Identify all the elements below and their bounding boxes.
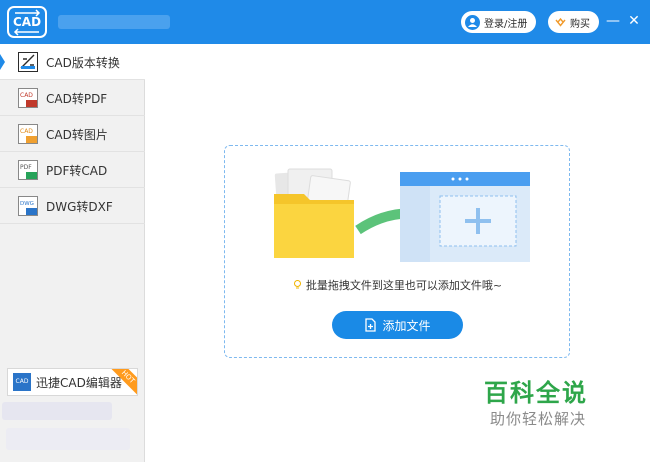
sidebar-item-label: DWG转DXF [46,200,113,214]
cad-to-image-icon: CAD [18,124,38,144]
add-file-label: 添加文件 [382,318,431,333]
cad-editor-label: 迅捷CAD编辑器 [36,375,122,390]
sidebar-item-cad-version[interactable]: CAD版本转换 [0,44,145,80]
watermark-subtitle: 助你轻松解决 [490,410,587,428]
svg-text:DWG: DWG [20,201,34,207]
drop-hint-text: 批量拖拽文件到这里也可以添加文件哦~ [305,279,503,292]
svg-text:CAD: CAD [20,92,33,99]
title-bar: CAD 登录/注册 购买 — ✕ [0,0,650,44]
minimize-button[interactable]: — [605,11,621,31]
sidebar-item-label: PDF转CAD [46,164,108,178]
blurred-title [58,15,170,29]
cad-version-icon [18,52,38,72]
sidebar-item-pdf-to-cad[interactable]: PDF PDF转CAD [0,152,145,188]
sidebar-item-cad-to-pdf[interactable]: CAD CAD转PDF [0,80,145,116]
buy-icon [554,16,567,29]
cad-to-pdf-icon: CAD [18,88,38,108]
close-button[interactable]: ✕ [626,11,642,31]
user-icon [465,14,480,30]
sidebar: CAD版本转换 CAD CAD转PDF CAD CAD转图片 PDF PDF转C… [0,44,145,462]
login-button[interactable]: 登录/注册 [461,11,537,33]
buy-label: 购买 [570,18,590,30]
logo-text: CAD [12,15,42,29]
pdf-to-cad-icon: PDF [18,160,38,180]
folder-icon [274,194,354,258]
buy-button[interactable]: 购买 [548,11,599,33]
blurred-footer [2,402,112,420]
svg-text:PDF: PDF [20,164,32,171]
cad-editor-button[interactable]: CAD 迅捷CAD编辑器 HOT [7,368,138,396]
sidebar-item-label: CAD转PDF [46,92,108,106]
blurred-footer [6,428,130,450]
sidebar-item-label: CAD转图片 [46,128,108,142]
lightbulb-icon [293,280,301,289]
add-file-button[interactable]: 添加文件 [332,311,463,339]
add-file-icon [365,318,377,332]
cad-editor-icon: CAD [13,373,31,391]
watermark-title: 百科全说 [484,379,588,407]
drop-hint: 批量拖拽文件到这里也可以添加文件哦~ [224,277,570,293]
sidebar-item-cad-to-image[interactable]: CAD CAD转图片 [0,116,145,152]
sidebar-item-dwg-to-dxf[interactable]: DWG DWG转DXF [0,188,145,224]
dwg-to-dxf-icon: DWG [18,196,38,216]
app-logo: CAD [7,6,47,38]
sidebar-item-label: CAD版本转换 [46,56,120,70]
drop-illustration [274,168,530,262]
app-window-icon [400,172,530,262]
login-label: 登录/注册 [484,18,528,30]
svg-text:CAD: CAD [20,128,33,135]
